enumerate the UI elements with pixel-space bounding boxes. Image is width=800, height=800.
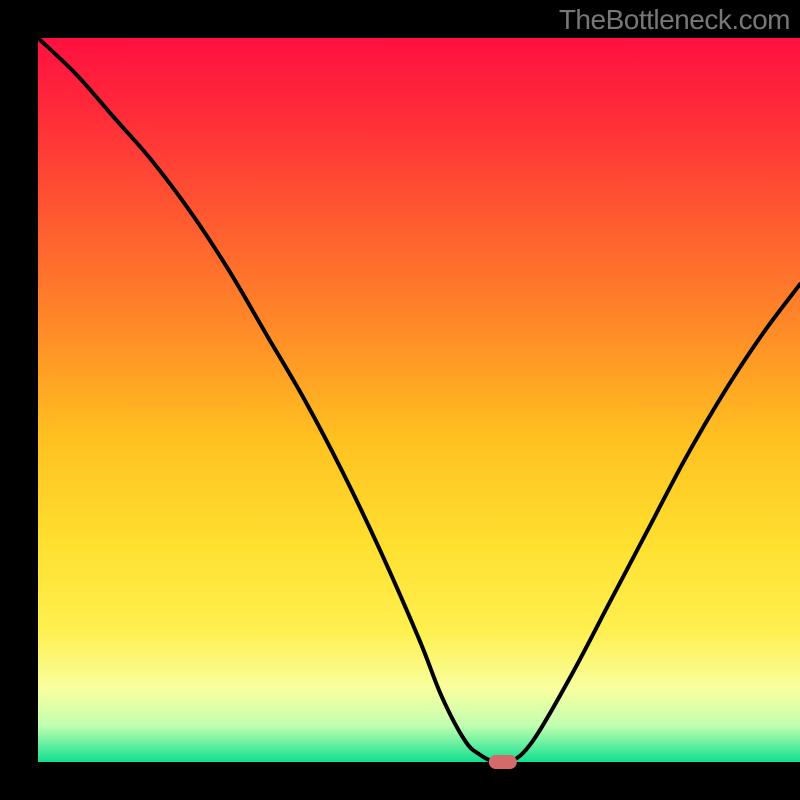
watermark-label: TheBottleneck.com bbox=[559, 4, 790, 36]
optimal-marker bbox=[489, 755, 517, 769]
plot-background bbox=[38, 38, 800, 762]
bottleneck-chart bbox=[0, 0, 800, 800]
chart-container: TheBottleneck.com bbox=[0, 0, 800, 800]
